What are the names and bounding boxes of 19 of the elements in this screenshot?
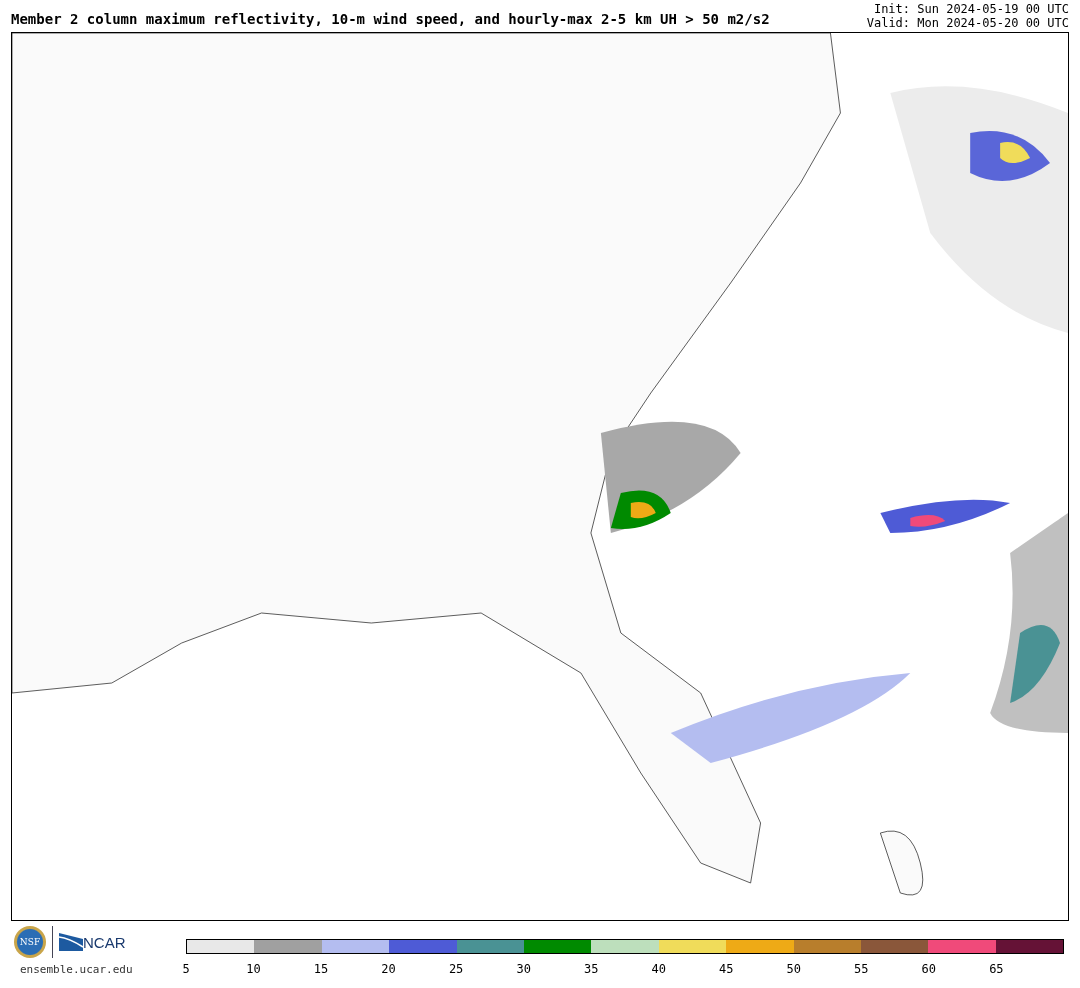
ncar-logo-text: NCAR [83, 935, 126, 951]
tick-label: 35 [583, 962, 599, 976]
tick-label: 5 [182, 962, 190, 976]
tick-label: 30 [516, 962, 531, 976]
tick-label: 50 [786, 962, 801, 976]
valid-time: Valid: Mon 2024-05-20 00 UTC [866, 16, 1069, 30]
chart-title: Member 2 column maximum reflectivity, 10-m wind speed, and hourly-max 2-5 km UH > 50 m2/s2 [11, 11, 770, 29]
tick-label: 55 [854, 962, 869, 976]
tick-label: 25 [448, 962, 464, 976]
tick-label: 45 [719, 962, 734, 976]
seal-logo: NSF [14, 926, 46, 958]
tick-label: 60 [921, 962, 937, 976]
init-time: Init: Sun 2024-05-19 00 UTC [872, 2, 1069, 16]
wave-logo-icon [59, 933, 83, 951]
tick-label: 40 [651, 962, 666, 976]
tick-label: 10 [246, 962, 261, 976]
tick-label: 20 [381, 962, 396, 976]
tick-label: 65 [989, 962, 1004, 976]
tick-label: 15 [313, 962, 329, 976]
